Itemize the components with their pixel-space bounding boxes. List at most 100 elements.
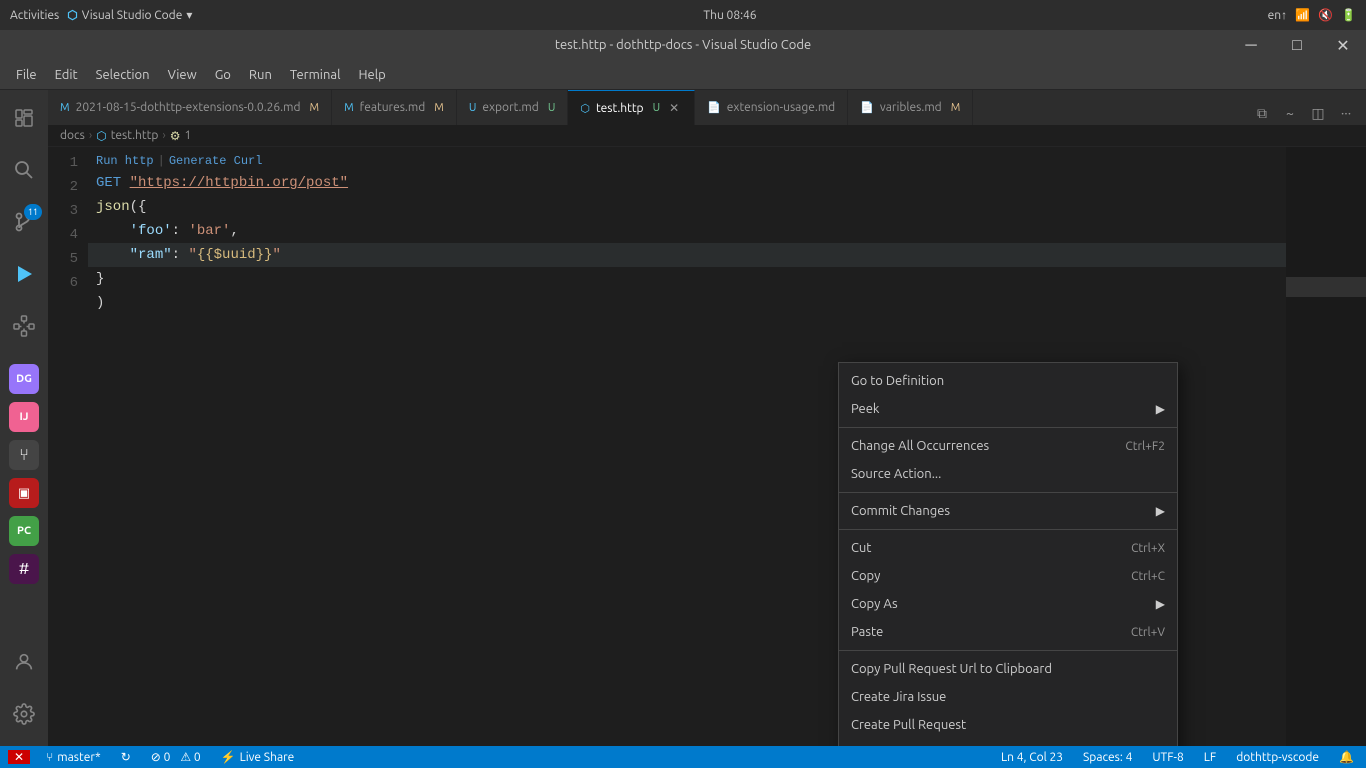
ctx-goto-definition-label: Go to Definition — [851, 374, 1165, 388]
ctx-copy-label: Copy — [851, 569, 1131, 583]
open-changes-button[interactable]: ~ — [1278, 101, 1302, 125]
menu-selection[interactable]: Selection — [88, 64, 158, 86]
breadcrumb-docs[interactable]: docs — [60, 129, 85, 142]
breadcrumb-section[interactable]: 1 — [184, 129, 191, 142]
open-in-preview-button[interactable]: ◫ — [1306, 101, 1330, 125]
colon1: : — [172, 219, 189, 243]
activity-icon-run-debug[interactable] — [0, 250, 48, 298]
brace-open: { — [138, 195, 146, 219]
app-icon-pycharm[interactable]: PC — [9, 516, 39, 546]
menu-go[interactable]: Go — [207, 64, 239, 86]
sound-icon: 🔇 — [1318, 8, 1333, 22]
ctx-copy-as[interactable]: Copy As ▶ — [839, 590, 1177, 618]
menu-edit[interactable]: Edit — [47, 64, 86, 86]
ctx-copy[interactable]: Copy Ctrl+C — [839, 562, 1177, 590]
ctx-paste-shortcut: Ctrl+V — [1131, 626, 1165, 639]
app-icon-datagrip[interactable]: DG — [9, 364, 39, 394]
ctx-change-all-occurrences[interactable]: Change All Occurrences Ctrl+F2 — [839, 432, 1177, 460]
tab-test-http[interactable]: ⬡ test.http U ✕ — [568, 90, 695, 125]
app-icon-slack[interactable]: # — [9, 554, 39, 584]
activity-icon-account[interactable] — [0, 638, 48, 686]
status-branch[interactable]: ⑂ master* — [42, 751, 105, 764]
ctx-goto-definition[interactable]: Go to Definition — [839, 367, 1177, 395]
ctx-copy-pull-request-url[interactable]: Copy Pull Request Url to Clipboard — [839, 655, 1177, 683]
tab-2021-changelog[interactable]: M 2021-08-15-dothttp-extensions-0.0.26.m… — [48, 90, 332, 125]
ctx-peek-label: Peek — [851, 402, 1150, 416]
activity-icon-settings[interactable] — [0, 690, 48, 738]
ctx-cut[interactable]: Cut Ctrl+X — [839, 534, 1177, 562]
ctx-create-pull-request-label: Create Pull Request — [851, 718, 1165, 732]
tab-varibles-md[interactable]: 📄 varibles.md M — [848, 90, 973, 125]
tab-label: extension-usage.md — [727, 101, 835, 114]
status-sync[interactable]: ↻ — [117, 750, 135, 764]
status-error-indicator[interactable]: ✕ — [8, 750, 30, 764]
generate-curl-link[interactable]: Generate Curl — [169, 149, 263, 173]
ctx-cut-shortcut: Ctrl+X — [1131, 542, 1165, 555]
status-encoding[interactable]: UTF-8 — [1148, 751, 1187, 764]
breadcrumb-sep2: › — [162, 129, 165, 142]
close-button[interactable]: ✕ — [1320, 30, 1366, 60]
run-http-link[interactable]: Run http — [96, 149, 154, 173]
tab-git-m3: M — [951, 102, 961, 114]
ctx-sep-1 — [839, 427, 1177, 428]
menu-file[interactable]: File — [8, 64, 45, 86]
tab-git-m: M — [310, 102, 320, 114]
menu-help[interactable]: Help — [350, 64, 393, 86]
tab-features-md[interactable]: M features.md M — [332, 90, 457, 125]
tabs-bar: M 2021-08-15-dothttp-extensions-0.0.26.m… — [48, 90, 1366, 125]
ctx-peek[interactable]: Peek ▶ — [839, 395, 1177, 423]
ctx-sep-4 — [839, 650, 1177, 651]
status-errors[interactable]: ⊘ 0 ⚠ 0 — [147, 750, 205, 764]
activity-icon-search[interactable] — [0, 146, 48, 194]
status-live-share[interactable]: ⚡ Live Share — [217, 750, 299, 764]
code-line-1: GET "https://httpbin.org/post" — [88, 171, 1286, 195]
menu-run[interactable]: Run — [241, 64, 280, 86]
ctx-copy-as-label: Copy As — [851, 597, 1150, 611]
tab-extension-usage[interactable]: 📄 extension-usage.md — [695, 90, 848, 125]
status-notification[interactable]: 🔔 — [1335, 750, 1358, 764]
menu-terminal[interactable]: Terminal — [282, 64, 349, 86]
key-foo: 'foo' — [130, 219, 172, 243]
ctx-paste[interactable]: Paste Ctrl+V — [839, 618, 1177, 646]
window-controls: ─ □ ✕ — [1228, 30, 1366, 60]
app-icon-github[interactable]: ⑂ — [9, 440, 39, 470]
keyword-json: json — [96, 195, 130, 219]
encoding-label: UTF-8 — [1152, 751, 1183, 764]
split-editor-button[interactable]: ⧉ — [1250, 101, 1274, 125]
app-icon-intellij[interactable]: IJ — [9, 402, 39, 432]
breadcrumb-file[interactable]: test.http — [111, 129, 159, 142]
activity-bar-bottom — [0, 638, 48, 746]
tab-label: varibles.md — [880, 101, 942, 114]
editor-area: M 2021-08-15-dothttp-extensions-0.0.26.m… — [48, 90, 1366, 746]
keyword-get: GET — [96, 171, 130, 195]
language-label: dothttp-vscode — [1236, 751, 1319, 764]
ctx-commit-changes[interactable]: Commit Changes ▶ — [839, 497, 1177, 525]
tab-export-md[interactable]: U export.md U — [457, 90, 569, 125]
tab-close-button[interactable]: ✕ — [666, 100, 682, 116]
breadcrumb-sep1: › — [89, 129, 92, 142]
ctx-create-pull-request[interactable]: Create Pull Request — [839, 711, 1177, 739]
app-icon-terminal-red[interactable]: ▣ — [9, 478, 39, 508]
status-spaces[interactable]: Spaces: 4 — [1079, 751, 1136, 764]
breadcrumb-symbol: ⚙ — [170, 129, 181, 143]
status-position[interactable]: Ln 4, Col 23 — [997, 751, 1067, 764]
ctx-open-changeset[interactable]: Open Changeset — [839, 739, 1177, 746]
menu-view[interactable]: View — [160, 64, 205, 86]
activity-icon-explorer[interactable] — [0, 94, 48, 142]
errors-label: ⊘ 0 — [151, 750, 171, 764]
language-indicator[interactable]: en↑ — [1268, 8, 1287, 22]
status-line-ending[interactable]: LF — [1200, 751, 1220, 764]
minimize-button[interactable]: ─ — [1228, 30, 1274, 60]
status-language[interactable]: dothttp-vscode — [1232, 751, 1323, 764]
activity-icon-source-control[interactable]: 11 — [0, 198, 48, 246]
app-name-label: Visual Studio Code — [82, 9, 183, 22]
activities-label[interactable]: Activities — [10, 9, 59, 22]
live-share-label: Live Share — [240, 751, 295, 764]
run-http-bar: Run http | Generate Curl — [88, 151, 1286, 171]
maximize-button[interactable]: □ — [1274, 30, 1320, 60]
tab-git-u2: U — [653, 102, 661, 114]
ctx-create-jira-issue[interactable]: Create Jira Issue — [839, 683, 1177, 711]
ctx-source-action[interactable]: Source Action... — [839, 460, 1177, 488]
more-actions-button[interactable]: ··· — [1334, 101, 1358, 125]
activity-icon-extensions[interactable] — [0, 302, 48, 350]
